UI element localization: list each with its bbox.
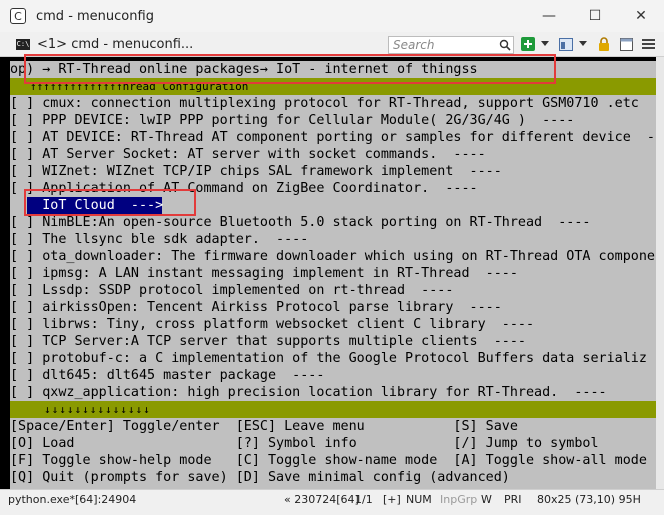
title-bar: C cmd - menuconfig — ☐ ✕ (0, 0, 664, 32)
window-title: cmd - menuconfig (36, 8, 154, 24)
search-box[interactable]: Search (388, 36, 514, 54)
tab-label: <1> cmd - menuconfi... (37, 37, 194, 52)
menuconfig-screen: op) → RT-Thread online packages→ IoT - i… (10, 61, 656, 489)
scrollbar[interactable] (656, 57, 664, 489)
menu-item[interactable]: [ ] protobuf-c: a C implementation of th… (10, 350, 656, 367)
status-process: python.exe*[64]:24904 (8, 493, 137, 506)
menu-icon[interactable] (640, 36, 656, 52)
menu-item[interactable]: [ ] WIZnet: WIZnet TCP/IP chips SAL fram… (10, 163, 656, 180)
menu-item[interactable]: [ ] librws: Tiny, cross platform websock… (10, 316, 656, 333)
status-size: 80x25 (537, 493, 572, 506)
annotation-box-breadcrumb (24, 54, 556, 84)
menu-item[interactable]: [ ] The llsync ble sdk adapter. ---- (10, 231, 656, 248)
menu-item[interactable]: [ ] PPP DEVICE: lwIP PPP porting for Cel… (10, 112, 656, 129)
menu-item[interactable]: [ ] cmux: connection multiplexing protoc… (10, 95, 656, 112)
help-line: [Space/Enter] Toggle/enter [ESC] Leave m… (10, 419, 518, 434)
maximize-button[interactable]: ☐ (572, 0, 618, 32)
menu-item[interactable]: [ ] ipmsg: A LAN instant messaging imple… (10, 265, 656, 282)
window-layout-icon[interactable] (618, 36, 634, 52)
scroll-down-indicator: ↓↓↓↓↓↓↓↓↓↓↓↓↓↓ (44, 403, 151, 416)
status-plus: [+] (383, 493, 401, 506)
lock-icon[interactable] (596, 36, 612, 52)
view-icon[interactable] (558, 36, 574, 52)
search-icon[interactable] (497, 37, 513, 53)
dropdown-icon[interactable] (537, 36, 553, 52)
dropdown-icon[interactable] (575, 36, 591, 52)
minimize-button[interactable]: — (526, 0, 572, 32)
menu-item[interactable]: [ ] AT Server Socket: AT server with soc… (10, 146, 656, 163)
status-pri: PRI (504, 493, 522, 506)
new-console-plus-icon[interactable] (520, 36, 536, 52)
menu-item[interactable]: [ ] AT DEVICE: RT-Thread AT component po… (10, 129, 656, 146)
menu-item[interactable]: [ ] NimBLE:An open-source Bluetooth 5.0 … (10, 214, 656, 231)
annotation-box-iot-cloud (24, 189, 196, 216)
close-button[interactable]: ✕ (618, 0, 664, 32)
menu-item[interactable]: [ ] dlt645: dlt645 master package ---- (10, 367, 656, 384)
status-bar: python.exe*[64]:24904 « 230724[64] 1/1 [… (0, 489, 664, 515)
status-num: NUM (406, 493, 432, 506)
menu-item[interactable]: [ ] qxwz_application: high precision loc… (10, 384, 656, 401)
status-position: 1/1 (355, 493, 373, 506)
status-inpgrp: InpGrp (440, 493, 478, 506)
status-cursor: (73,10) 95H (575, 493, 641, 506)
search-input[interactable]: Search (389, 38, 497, 52)
window-controls: — ☐ ✕ (526, 0, 664, 32)
status-pid: « 230724[64] (284, 493, 359, 506)
menu-item[interactable]: [ ] ota_downloader: The firmware downloa… (10, 248, 656, 265)
console-icon: C:\ (16, 39, 30, 50)
status-w: W (481, 493, 492, 506)
menu-item[interactable]: [ ] Lssdp: SSDP protocol implemented on … (10, 282, 656, 299)
help-line: [Q] Quit (prompts for save) [D] Save min… (10, 470, 510, 485)
tab-console-1[interactable]: C:\ <1> cmd - menuconfi... (16, 35, 193, 54)
help-line: [F] Toggle show-help mode [C] Toggle sho… (10, 453, 647, 468)
app-icon: C (10, 8, 26, 24)
help-line: [O] Load [?] Symbol info [/] Jump to sym… (10, 436, 599, 451)
menu-item[interactable]: [ ] airkissOpen: Tencent Airkiss Protoco… (10, 299, 656, 316)
menu-item[interactable]: [ ] TCP Server:A TCP server that support… (10, 333, 656, 350)
terminal-area[interactable]: op) → RT-Thread online packages→ IoT - i… (0, 57, 656, 489)
